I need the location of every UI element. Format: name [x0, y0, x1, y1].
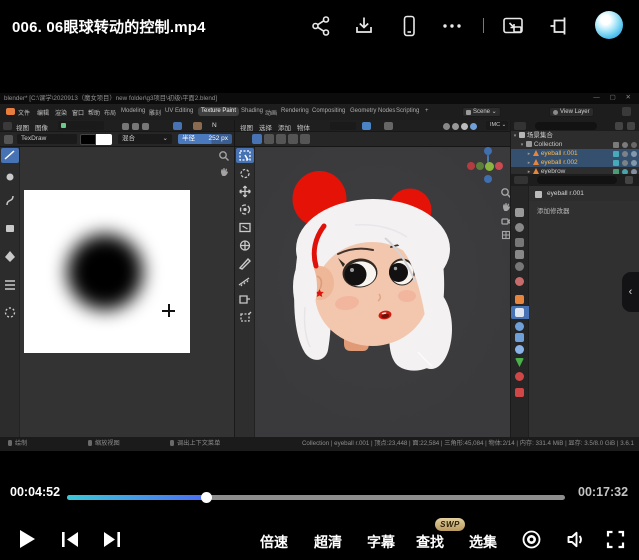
video-player-window: 006. 06眼球转动的控制.mp4	[0, 0, 639, 560]
search-button[interactable]: 查找	[416, 532, 444, 552]
window-controls: — ▢ ✕	[593, 93, 635, 104]
image-editor-panel	[0, 147, 234, 437]
properties-header	[511, 174, 639, 186]
next-button[interactable]	[103, 532, 120, 547]
character-illustration	[235, 147, 510, 437]
picture-in-picture-icon[interactable]	[501, 14, 525, 38]
right-panel: ▾ 场景集合 ▾ Collection ▸ eyeball r.001 ▸ ey…	[510, 120, 639, 437]
viewport-zoom-icon	[500, 187, 510, 199]
gizmo-z-axis	[484, 147, 492, 155]
clone-tool-icon	[1, 221, 19, 236]
outliner-header	[511, 120, 639, 131]
record-target-icon[interactable]	[522, 530, 541, 549]
blender-app-screenshot: blender* [C:\课学\2020913（魔女项目）new folder\…	[0, 93, 639, 451]
properties-tab-column	[511, 186, 529, 437]
dock-window-icon[interactable]	[547, 14, 571, 38]
current-time: 00:04:52	[10, 485, 60, 499]
view-layer-selector: View Layer	[549, 107, 594, 117]
progress-handle[interactable]	[201, 492, 212, 503]
download-icon[interactable]	[352, 14, 376, 38]
gizmo-x-pos	[495, 162, 503, 170]
viewport-pan-icon	[500, 201, 510, 213]
mobile-device-icon[interactable]	[397, 14, 421, 38]
view-layer-icon	[553, 110, 558, 115]
outliner-collection: ▾ Collection	[511, 140, 639, 149]
share-icon[interactable]	[309, 14, 333, 38]
controls-row: 倍速 超清 字幕 查找 SWP 选集	[0, 520, 639, 560]
blender-statusbar: 绘制 缩放视图 调出上下文菜单 Collection | eyeball r.0…	[0, 437, 639, 451]
fullscreen-icon[interactable]	[606, 530, 625, 549]
viewport-3d-panel	[234, 147, 510, 437]
chevron-left-icon: ‹	[629, 286, 633, 298]
volume-icon[interactable]	[565, 529, 586, 550]
gradient-tool-icon	[1, 277, 19, 292]
outliner-item-eyeball1: ▸ eyeball r.001	[511, 149, 639, 158]
smear-tool-icon	[1, 193, 19, 208]
soften-tool-icon	[1, 169, 19, 184]
user-avatar[interactable]	[595, 11, 623, 39]
gizmo-x-neg	[467, 162, 475, 170]
blender-logo-icon	[6, 108, 15, 115]
paint-toolbar	[0, 147, 20, 437]
more-options-icon[interactable]	[440, 14, 464, 38]
properties-body: 添加修改器	[529, 201, 639, 437]
gizmo-y-pos	[485, 162, 494, 171]
gizmo-z-neg	[484, 175, 492, 183]
zoom-overlay-icon	[218, 150, 230, 162]
player-topbar: 006. 06眼球转动的控制.mp4	[0, 0, 639, 50]
progress-fill	[67, 495, 207, 500]
total-time: 00:17:32	[578, 485, 628, 499]
progress-row: 00:04:52 00:17:32	[0, 480, 639, 510]
blender-titlebar: blender* [C:\课学\2020913（魔女项目）new folder\…	[0, 93, 639, 104]
scene-icon	[466, 110, 471, 115]
pan-hand-overlay-icon	[218, 166, 230, 178]
outliner-item-eyeball2: ▸ eyeball r.002	[511, 158, 639, 167]
play-button[interactable]	[19, 529, 36, 549]
topbar-divider	[483, 18, 484, 33]
subtitles-button[interactable]: 字幕	[367, 532, 395, 552]
previous-button[interactable]	[62, 532, 79, 547]
quality-button[interactable]: 超清	[314, 532, 342, 552]
side-panel-tab[interactable]: ‹	[622, 272, 639, 312]
gizmo-y-axis	[476, 162, 484, 170]
paint-cursor-crosshair	[162, 304, 175, 317]
viewport-grid-icon	[500, 229, 510, 241]
brush-tool-icon	[1, 148, 19, 163]
properties-breadcrumb: eyeball r.001	[529, 186, 639, 201]
video-title: 006. 06眼球转动的控制.mp4	[12, 16, 206, 37]
painted-eyeball-texture	[67, 234, 143, 310]
outliner-scene-collection: ▾ 场景集合	[511, 131, 639, 140]
fill-tool-icon	[1, 249, 19, 264]
texture-paint-canvas	[24, 190, 190, 353]
video-display-area[interactable]: blender* [C:\课学\2020913（魔女项目）new folder\…	[0, 50, 639, 480]
mask-tool-icon	[1, 305, 19, 320]
active-workspace-tab: Texture Paint	[198, 107, 239, 116]
playlist-button[interactable]: 选集	[469, 532, 497, 552]
image-datablock	[58, 121, 104, 130]
viewport-camera-icon	[500, 215, 510, 227]
progress-bar[interactable]	[67, 495, 565, 500]
blender-menubar: 文件 编辑 渲染 窗口 帮助 布局 Modeling 雕刻 UV Editing…	[0, 104, 639, 120]
speed-button[interactable]: 倍速	[260, 532, 288, 552]
swp-badge: SWP	[435, 518, 465, 531]
scene-selector: Scene ⌄	[462, 107, 501, 117]
